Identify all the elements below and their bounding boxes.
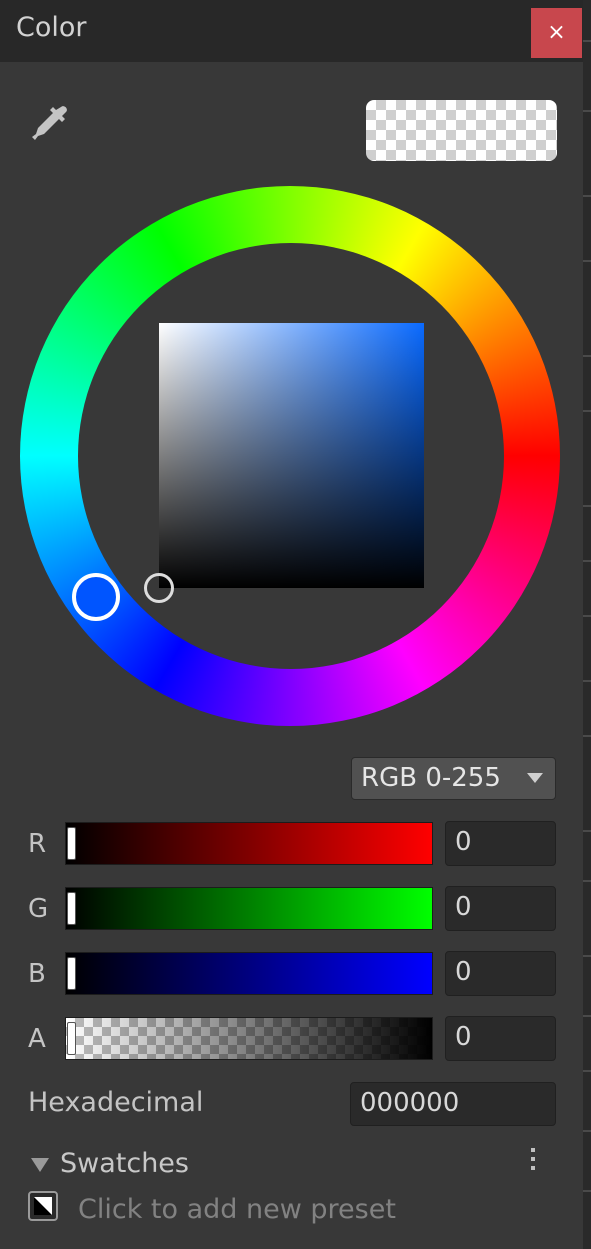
- color-mode-dropdown[interactable]: RGB 0-255: [351, 757, 556, 800]
- channel-label-b: B: [28, 959, 46, 989]
- slider-g-thumb[interactable]: [67, 892, 76, 925]
- channel-label-r: R: [28, 829, 47, 859]
- eyedropper-icon[interactable]: [26, 103, 72, 149]
- slider-a-thumb[interactable]: [67, 1022, 76, 1055]
- color-preview-swatch: [366, 100, 557, 161]
- chevron-down-icon: [527, 773, 543, 783]
- window-title: Color: [16, 12, 87, 43]
- slider-a[interactable]: [65, 1017, 433, 1060]
- slider-b-thumb[interactable]: [67, 957, 76, 990]
- input-b[interactable]: 0: [445, 951, 556, 996]
- slider-b[interactable]: [65, 952, 433, 995]
- channel-label-g: G: [28, 894, 49, 924]
- hue-handle[interactable]: [72, 573, 120, 621]
- channel-label-a: A: [28, 1024, 46, 1054]
- color-mode-value: RGB 0-255: [361, 763, 501, 793]
- right-edge-strip: [583, 0, 591, 1249]
- input-g[interactable]: 0: [445, 886, 556, 931]
- slider-r-thumb[interactable]: [67, 827, 76, 860]
- close-icon: ×: [547, 20, 566, 45]
- kebab-menu-icon[interactable]: [525, 1146, 541, 1172]
- input-r[interactable]: 0: [445, 821, 556, 866]
- slider-r[interactable]: [65, 822, 433, 865]
- saturation-value-box[interactable]: [159, 323, 424, 588]
- preset-add-icon[interactable]: [28, 1191, 58, 1221]
- input-a[interactable]: 0: [445, 1016, 556, 1061]
- swatches-foldout-icon[interactable]: [31, 1158, 49, 1172]
- close-button[interactable]: ×: [531, 8, 582, 58]
- title-bar: Color ×: [0, 0, 583, 62]
- hex-input[interactable]: 000000: [350, 1082, 556, 1126]
- hex-label: Hexadecimal: [28, 1087, 204, 1118]
- add-preset-text[interactable]: Click to add new preset: [78, 1194, 396, 1225]
- slider-g[interactable]: [65, 887, 433, 930]
- saturation-value-handle[interactable]: [144, 573, 174, 603]
- swatches-header[interactable]: Swatches: [60, 1148, 189, 1179]
